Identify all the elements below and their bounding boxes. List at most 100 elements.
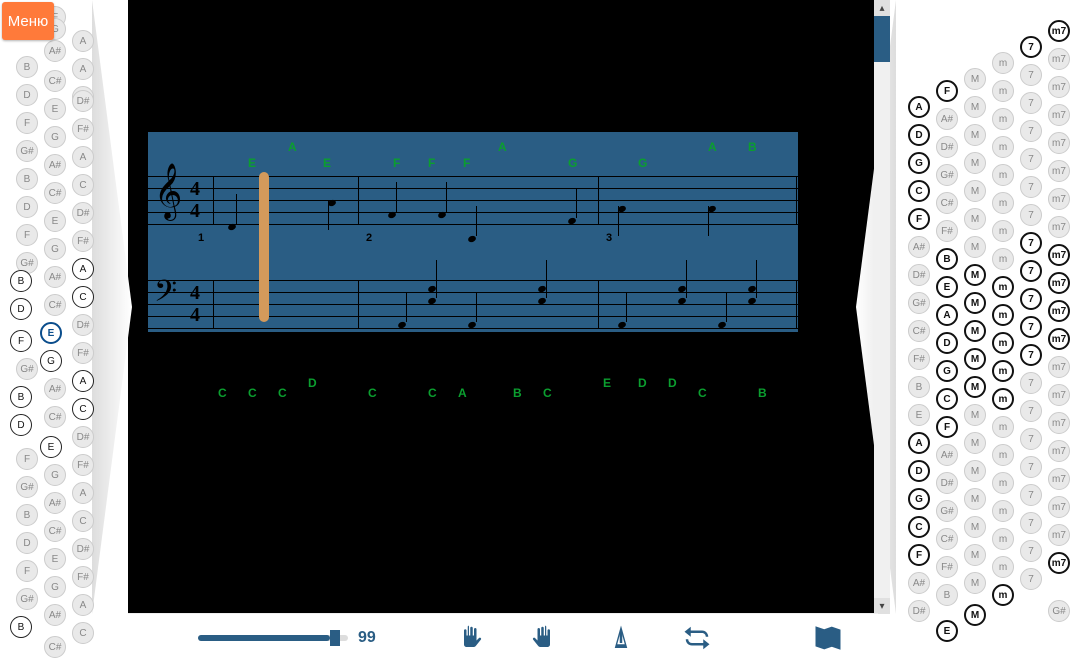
left-key-F[interactable]: F [16,448,38,470]
menu-button[interactable]: Меню [2,2,54,40]
right-key-m7[interactable]: m7 [1048,160,1070,182]
right-key-m7[interactable]: m7 [1048,356,1070,378]
right-key-M[interactable]: M [964,516,986,538]
left-key-E[interactable]: E [44,210,66,232]
left-key-D[interactable]: D [10,298,32,320]
right-key-7[interactable]: 7 [1020,92,1042,114]
right-key-m[interactable]: m [992,360,1014,382]
right-key-M[interactable]: M [964,292,986,314]
right-key-7[interactable]: 7 [1020,512,1042,534]
right-key-m[interactable]: m [992,416,1014,438]
left-key-G[interactable]: G [40,350,62,372]
right-key-m7[interactable]: m7 [1048,216,1070,238]
right-key-m[interactable]: m [992,108,1014,130]
right-key-G[interactable]: G [908,152,930,174]
left-key-F#[interactable]: F# [72,566,94,588]
right-key-m[interactable]: m [992,528,1014,550]
left-key-F#[interactable]: F# [72,342,94,364]
scroll-up-icon[interactable]: ▴ [874,0,890,16]
left-key-D#[interactable]: D# [72,90,94,112]
right-key-M[interactable]: M [964,96,986,118]
right-key-M[interactable]: M [964,604,986,626]
right-key-m[interactable]: m [992,192,1014,214]
right-key-F[interactable]: F [908,208,930,230]
right-key-m[interactable]: m [992,388,1014,410]
right-key-m7[interactable]: m7 [1048,412,1070,434]
left-key-B[interactable]: B [10,616,32,638]
left-key-C#[interactable]: C# [44,294,66,316]
left-key-E[interactable]: E [40,436,62,458]
right-key-A[interactable]: A [908,96,930,118]
right-key-m[interactable]: m [992,164,1014,186]
right-key-F[interactable]: F [936,416,958,438]
right-key-m[interactable]: m [992,136,1014,158]
right-key-M[interactable]: M [964,208,986,230]
left-key-A#[interactable]: A# [44,492,66,514]
left-key-B[interactable]: B [16,56,38,78]
right-key-7[interactable]: 7 [1020,64,1042,86]
right-key-B[interactable]: B [908,376,930,398]
left-hand-button[interactable] [449,618,489,658]
right-key-M[interactable]: M [964,572,986,594]
right-key-m7[interactable]: m7 [1048,272,1070,294]
right-key-E[interactable]: E [936,620,958,642]
right-key-G#[interactable]: G# [1048,600,1070,622]
right-key-D[interactable]: D [936,332,958,354]
left-key-G[interactable]: G [44,126,66,148]
left-key-B[interactable]: B [16,504,38,526]
metronome-button[interactable] [601,618,641,658]
scroll-down-icon[interactable]: ▾ [874,598,890,614]
right-key-m7[interactable]: m7 [1048,20,1070,42]
left-key-A#[interactable]: A# [44,266,66,288]
right-key-M[interactable]: M [964,236,986,258]
left-key-G[interactable]: G [44,464,66,486]
playhead[interactable] [259,172,269,322]
right-key-7[interactable]: 7 [1020,316,1042,338]
left-key-A[interactable]: A [72,258,94,280]
right-key-7[interactable]: 7 [1020,344,1042,366]
right-key-G#[interactable]: G# [936,164,958,186]
right-key-m7[interactable]: m7 [1048,328,1070,350]
right-key-M[interactable]: M [964,152,986,174]
right-key-m7[interactable]: m7 [1048,76,1070,98]
right-key-7[interactable]: 7 [1020,540,1042,562]
left-key-G[interactable]: G [44,576,66,598]
left-key-F[interactable]: F [16,112,38,134]
left-key-G#[interactable]: G# [16,476,38,498]
right-key-m[interactable]: m [992,472,1014,494]
left-key-F#[interactable]: F# [72,230,94,252]
right-key-D#[interactable]: D# [908,264,930,286]
right-key-m[interactable]: m [992,500,1014,522]
right-key-M[interactable]: M [964,180,986,202]
right-key-m7[interactable]: m7 [1048,188,1070,210]
right-key-E[interactable]: E [936,276,958,298]
view-button[interactable] [808,618,848,658]
right-key-A[interactable]: A [936,304,958,326]
right-key-7[interactable]: 7 [1020,204,1042,226]
right-key-m7[interactable]: m7 [1048,244,1070,266]
left-key-C#[interactable]: C# [44,406,66,428]
right-key-C#[interactable]: C# [936,528,958,550]
right-hand-button[interactable] [525,618,565,658]
left-key-A[interactable]: A [72,594,94,616]
left-key-F[interactable]: F [16,560,38,582]
left-key-A[interactable]: A [72,30,94,52]
left-key-D#[interactable]: D# [72,426,94,448]
left-key-C[interactable]: C [72,510,94,532]
right-key-m7[interactable]: m7 [1048,132,1070,154]
right-key-7[interactable]: 7 [1020,456,1042,478]
right-key-A#[interactable]: A# [908,236,930,258]
right-key-m7[interactable]: m7 [1048,468,1070,490]
right-key-7[interactable]: 7 [1020,568,1042,590]
right-key-m[interactable]: m [992,556,1014,578]
right-key-A#[interactable]: A# [936,444,958,466]
right-key-M[interactable]: M [964,68,986,90]
left-key-B[interactable]: B [10,386,32,408]
left-key-D[interactable]: D [10,414,32,436]
right-key-C#[interactable]: C# [908,320,930,342]
left-key-C[interactable]: C [72,174,94,196]
left-key-B[interactable]: B [16,168,38,190]
right-key-M[interactable]: M [964,124,986,146]
right-key-m7[interactable]: m7 [1048,552,1070,574]
right-key-M[interactable]: M [964,376,986,398]
